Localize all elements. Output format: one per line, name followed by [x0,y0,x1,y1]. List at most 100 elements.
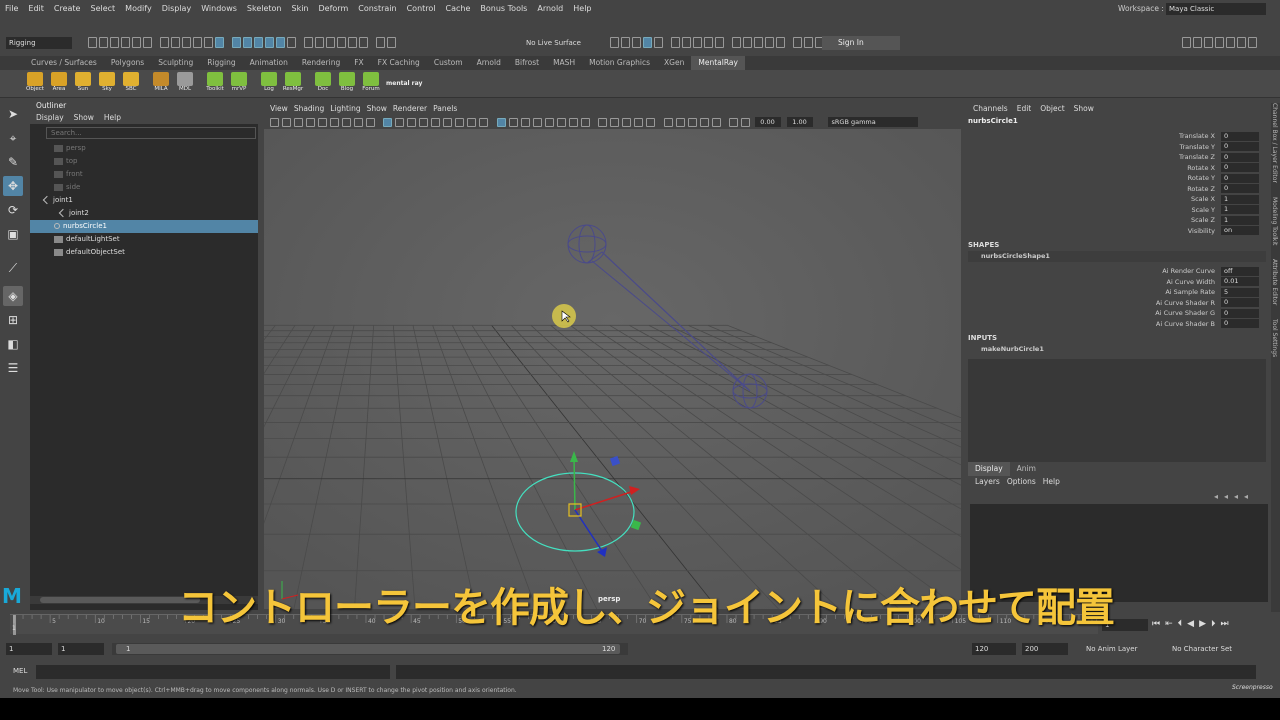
channel-scale-x[interactable]: Scale X 1 [964,194,1270,205]
shelf-button-mila[interactable]: MILA [150,71,172,97]
menu-display[interactable]: Display [157,0,197,18]
status-tool-icon[interactable] [121,37,130,48]
anim-layer-select[interactable]: No Anim Layer [1086,643,1137,655]
outliner-item-front[interactable]: front [30,168,258,181]
status-tool-icon[interactable] [376,37,385,48]
shelf-tab-fx-caching[interactable]: FX Caching [371,56,427,70]
mode-select[interactable]: Rigging [6,37,72,49]
shelf-tab-rigging[interactable]: Rigging [200,56,242,70]
viewport-tool-icon[interactable] [675,117,685,127]
shelf-button-area[interactable]: Area [48,71,70,97]
two-view-icon[interactable]: ◧ [3,334,23,354]
viewport-menu-show[interactable]: Show [367,103,387,115]
outliner-item-top[interactable]: top [30,155,258,168]
viewport-tool-icon[interactable] [365,117,375,127]
outliner-menu-display[interactable]: Display [36,112,64,124]
viewport-tool-icon[interactable] [293,117,303,127]
input-node-name[interactable]: makeNurbCircle1 [968,344,1266,355]
menu-modify[interactable]: Modify [120,0,157,18]
outliner-layout-icon[interactable]: ☰ [3,358,23,378]
status-tool-icon[interactable] [793,37,802,48]
channel-menu-object[interactable]: Object [1040,103,1064,115]
playback-end-field[interactable]: 120 [972,643,1016,655]
channel-scale-y[interactable]: Scale Y 1 [964,205,1270,216]
status-tool-icon[interactable] [715,37,724,48]
channel-translate-y[interactable]: Translate Y 0 [964,142,1270,153]
scale-tool-icon[interactable]: ▣ [3,224,23,244]
shelf-button-object[interactable]: Object [24,71,46,97]
side-tab-0[interactable]: Channel Box / Layer Editor [1271,103,1278,183]
viewport-tool-icon[interactable] [520,117,530,127]
status-tool-icon[interactable] [232,37,241,48]
shelf-button-resmgr[interactable]: ResMgr [282,71,304,97]
outliner-item-side[interactable]: side [30,181,258,194]
menu-edit[interactable]: Edit [23,0,49,18]
shelf-tab-motion-graphics[interactable]: Motion Graphics [582,56,657,70]
status-tool-icon[interactable] [1237,37,1246,48]
viewport-tool-icon[interactable] [556,117,566,127]
viewport-tool-icon[interactable] [479,117,488,127]
viewport-tool-icon[interactable] [610,117,619,127]
viewport-tool-icon[interactable] [329,117,339,127]
status-tool-icon[interactable] [621,37,630,48]
viewport-tool-icon[interactable] [741,117,750,127]
status-tool-icon[interactable] [776,37,785,48]
select-tool-icon[interactable]: ➤ [3,104,23,124]
shelf-tab-bifrost[interactable]: Bifrost [508,56,546,70]
shelf-tab-fx[interactable]: FX [347,56,370,70]
viewport-menu-lighting[interactable]: Lighting [330,103,360,115]
viewport-tool-icon[interactable] [353,117,363,127]
shelf-button-mrvp[interactable]: mrVP [228,71,250,97]
channel-rotate-z[interactable]: Rotate Z 0 [964,184,1270,195]
menu-cache[interactable]: Cache [441,0,476,18]
live-surface-label[interactable]: No Live Surface [526,37,581,49]
step-back-frame-icon[interactable]: ⏴ [1178,619,1183,629]
side-tab-2[interactable]: Attribute Editor [1271,259,1278,305]
shelf-button-sbc[interactable]: SBC [120,71,142,97]
viewport-tool-icon[interactable] [729,117,738,127]
status-tool-icon[interactable] [304,37,313,48]
channel-value[interactable]: 1 [1221,215,1259,225]
channel-menu-channels[interactable]: Channels [973,103,1008,115]
shelf-tab-animation[interactable]: Animation [243,56,295,70]
shelf-button-sky[interactable]: Sky [96,71,118,97]
viewport-tool-icon[interactable] [281,117,291,127]
status-tool-icon[interactable] [315,37,324,48]
status-tool-icon[interactable] [182,37,191,48]
outliner-item-defaultobjectset[interactable]: defaultObjectSet [30,246,258,259]
layer-menu-help[interactable]: Help [1043,476,1060,488]
channel-box-object-name[interactable]: nurbsCircle1 [964,115,1270,127]
shelf-tab-mash[interactable]: MASH [546,56,582,70]
viewport-tool-icon[interactable] [455,117,464,127]
end-time-field[interactable]: 200 [1022,643,1068,655]
status-tool-icon[interactable] [359,37,368,48]
viewport-tool-icon[interactable] [443,117,452,127]
status-tool-icon[interactable] [682,37,691,48]
status-tool-icon[interactable] [276,37,285,48]
step-back-key-icon[interactable]: ⇤ [1165,619,1173,629]
status-tool-icon[interactable] [1215,37,1224,48]
playback-start-field[interactable]: 1 [58,643,104,655]
status-tool-icon[interactable] [610,37,619,48]
channel-rotate-x[interactable]: Rotate X 0 [964,163,1270,174]
status-tool-icon[interactable] [765,37,774,48]
outliner-item-nurbscircle1[interactable]: nurbsCircle1 [30,220,258,233]
range-bar[interactable]: 1 120 [112,643,628,655]
shelf-button-toolkit[interactable]: Toolkit [204,71,226,97]
viewport-tool-icon[interactable] [687,117,697,127]
new-layer-selected-icon[interactable]: ◂ [1244,492,1248,501]
viewport-tool-icon[interactable] [431,117,440,127]
channel-translate-x[interactable]: Translate X 0 [964,131,1270,142]
viewport-tool-icon[interactable] [663,117,673,127]
channel-value[interactable]: 0 [1221,184,1259,194]
play-backward-icon[interactable]: ◀ [1187,619,1194,629]
status-tool-icon[interactable] [171,37,180,48]
viewport-tool-icon[interactable] [305,117,315,127]
viewport-tool-icon[interactable] [467,117,476,127]
menu-skeleton[interactable]: Skeleton [242,0,287,18]
color-space-select[interactable]: sRGB gamma [827,117,918,127]
status-tool-icon[interactable] [143,37,152,48]
command-input[interactable] [36,665,390,679]
go-to-start-icon[interactable]: ⏮ [1152,619,1160,629]
viewport-tool-icon[interactable] [317,117,327,127]
